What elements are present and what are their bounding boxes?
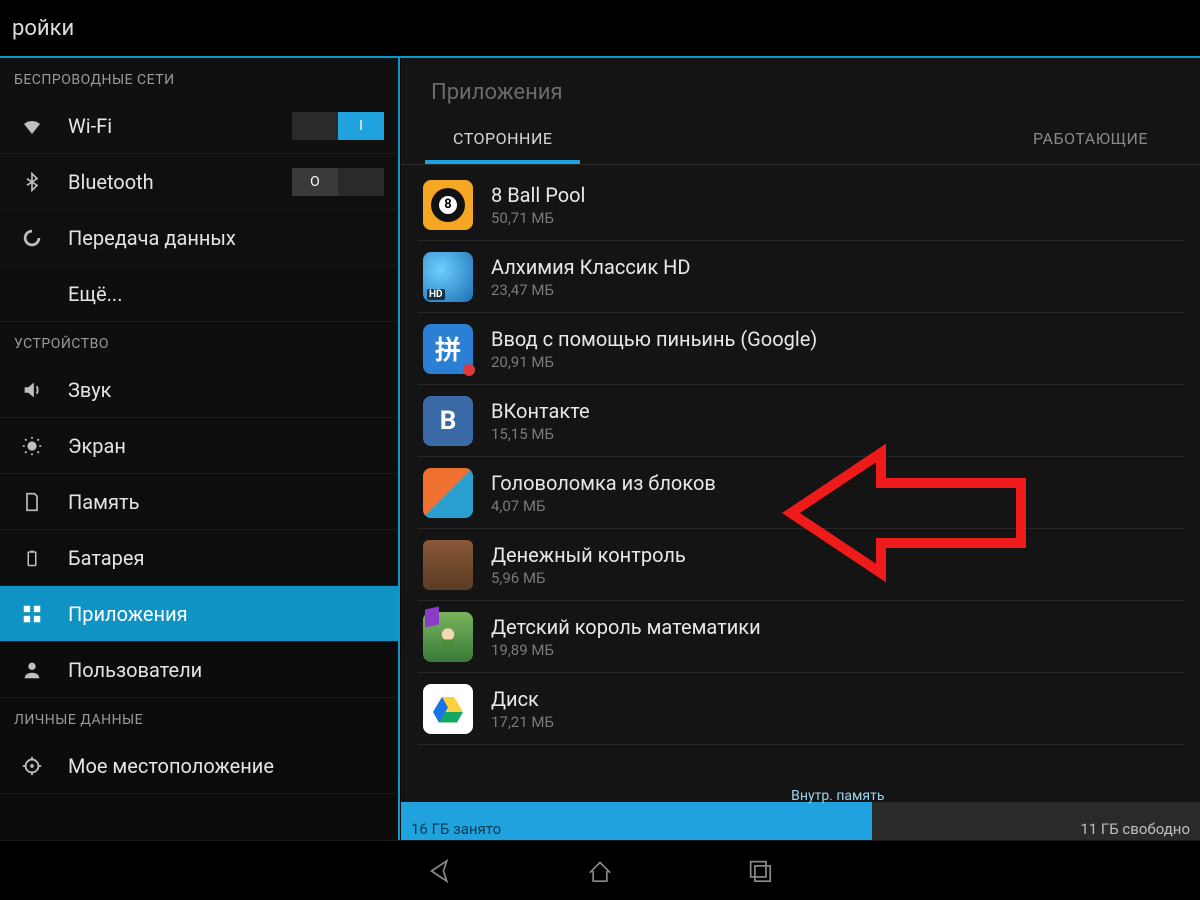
app-name-label: ВКонтакте	[491, 399, 590, 423]
app-size-label: 15,15 МБ	[491, 425, 590, 443]
app-icon	[423, 612, 473, 662]
app-name-label: Ввод с помощью пиньинь (Google)	[491, 327, 817, 351]
sidebar-item-label: Приложения	[68, 602, 384, 626]
sidebar-item-label: Передача данных	[68, 226, 384, 250]
app-row-blocks[interactable]: Головоломка из блоков 4,07 МБ	[417, 457, 1184, 529]
nav-home-button[interactable]	[580, 851, 620, 891]
app-icon: B	[423, 396, 473, 446]
sidebar-item-label: Ещё...	[68, 282, 384, 306]
app-icon	[423, 468, 473, 518]
sidebar-item-wifi[interactable]: Wi-Fi I	[0, 98, 398, 154]
app-row-vkontakte[interactable]: B ВКонтакте 15,15 МБ	[417, 385, 1184, 457]
app-icon: HD	[423, 252, 473, 302]
app-size-label: 19,89 МБ	[491, 641, 761, 659]
section-device-header: УСТРОЙСТВО	[0, 322, 398, 362]
storage-used-label: 16 ГБ занято	[401, 802, 872, 840]
sidebar-item-users[interactable]: Пользователи	[0, 642, 398, 698]
app-name-label: Алхимия Классик HD	[491, 255, 691, 279]
sidebar-item-location[interactable]: Мое местоположение	[0, 738, 398, 794]
section-wireless-header: БЕСПРОВОДНЫЕ СЕТИ	[0, 58, 398, 98]
storage-free-label: 11 ГБ свободно	[872, 802, 1200, 840]
tab-thirdparty[interactable]: СТОРОННИЕ	[425, 115, 580, 164]
app-icon: 拼	[423, 324, 473, 374]
app-row-math[interactable]: Детский король математики 19,89 МБ	[417, 601, 1184, 673]
app-size-label: 50,71 МБ	[491, 209, 585, 227]
nav-back-button[interactable]	[420, 851, 460, 891]
sound-icon	[18, 376, 46, 404]
sidebar-item-label: Пользователи	[68, 658, 384, 682]
sidebar-item-label: Память	[68, 490, 384, 514]
app-name-label: Головоломка из блоков	[491, 471, 716, 495]
sidebar-item-bluetooth[interactable]: Bluetooth O	[0, 154, 398, 210]
system-navbar	[0, 840, 1200, 900]
app-list[interactable]: 8 8 Ball Pool 50,71 МБ HD Алхимия Класси…	[401, 165, 1200, 840]
apps-tabs: СТОРОННИЕ РАБОТАЮЩИЕ	[401, 115, 1200, 165]
wifi-toggle[interactable]: I	[292, 112, 384, 140]
app-name-label: Диск	[491, 687, 554, 711]
nav-recent-button[interactable]	[740, 851, 780, 891]
display-icon	[18, 432, 46, 460]
app-name-label: 8 Ball Pool	[491, 183, 585, 207]
app-icon	[423, 684, 473, 734]
sidebar-item-storage[interactable]: Память	[0, 474, 398, 530]
sidebar-item-label: Мое местоположение	[68, 754, 384, 778]
page-title: ройки	[0, 0, 1200, 56]
app-size-label: 23,47 МБ	[491, 281, 691, 299]
settings-sidebar: БЕСПРОВОДНЫЕ СЕТИ Wi-Fi I Bluetooth O Пе…	[0, 58, 400, 840]
app-row-8ball[interactable]: 8 8 Ball Pool 50,71 МБ	[417, 169, 1184, 241]
apps-icon	[18, 600, 46, 628]
app-name-label: Детский король математики	[491, 615, 761, 639]
app-row-alchemy[interactable]: HD Алхимия Классик HD 23,47 МБ	[417, 241, 1184, 313]
sidebar-item-data-usage[interactable]: Передача данных	[0, 210, 398, 266]
sidebar-item-label: Wi-Fi	[68, 114, 292, 138]
bluetooth-toggle[interactable]: O	[292, 168, 384, 196]
sidebar-item-more[interactable]: Ещё...	[0, 266, 398, 322]
app-size-label: 5,96 МБ	[491, 569, 686, 587]
apps-panel: Приложения СТОРОННИЕ РАБОТАЮЩИЕ 8 8 Ball…	[400, 58, 1200, 840]
app-name-label: Денежный контроль	[491, 543, 686, 567]
app-icon	[423, 540, 473, 590]
app-size-label: 4,07 МБ	[491, 497, 716, 515]
bluetooth-icon	[18, 168, 46, 196]
data-usage-icon	[18, 224, 46, 252]
app-row-drive[interactable]: Диск 17,21 МБ	[417, 673, 1184, 745]
sidebar-item-label: Экран	[68, 434, 384, 458]
app-size-label: 17,21 МБ	[491, 713, 554, 731]
sidebar-item-battery[interactable]: Батарея	[0, 530, 398, 586]
location-icon	[18, 752, 46, 780]
storage-bar: Внутр. память 16 ГБ занято 11 ГБ свободн…	[401, 802, 1200, 840]
app-row-money[interactable]: Денежный контроль 5,96 МБ	[417, 529, 1184, 601]
users-icon	[18, 656, 46, 684]
section-personal-header: ЛИЧНЫЕ ДАННЫЕ	[0, 698, 398, 738]
storage-icon	[18, 488, 46, 516]
app-size-label: 20,91 МБ	[491, 353, 817, 371]
sidebar-item-sound[interactable]: Звук	[0, 362, 398, 418]
battery-icon	[18, 544, 46, 572]
tab-running[interactable]: РАБОТАЮЩИЕ	[1005, 115, 1176, 164]
wifi-icon	[18, 112, 46, 140]
sidebar-item-label: Звук	[68, 378, 384, 402]
app-row-pinyin[interactable]: 拼 Ввод с помощью пиньинь (Google) 20,91 …	[417, 313, 1184, 385]
panel-title: Приложения	[401, 58, 1200, 115]
sidebar-item-label: Батарея	[68, 546, 384, 570]
sidebar-item-display[interactable]: Экран	[0, 418, 398, 474]
app-icon: 8	[423, 180, 473, 230]
sidebar-item-label: Bluetooth	[68, 170, 292, 194]
sidebar-item-apps[interactable]: Приложения	[0, 586, 398, 642]
storage-caption: Внутр. память	[791, 788, 884, 804]
